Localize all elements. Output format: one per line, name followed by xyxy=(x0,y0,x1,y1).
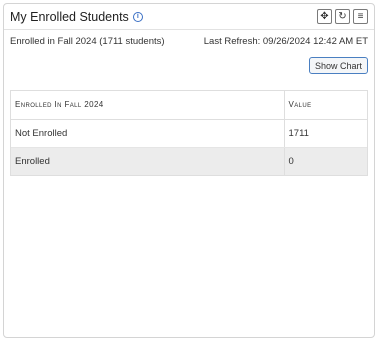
column-header-enrolled[interactable]: Enrolled In Fall 2024 xyxy=(11,91,285,120)
move-icon: ✥ xyxy=(320,11,329,22)
refresh-icon: ↻ xyxy=(338,11,347,22)
show-chart-button[interactable]: Show Chart xyxy=(308,57,368,74)
menu-button[interactable]: ≡ xyxy=(353,9,368,24)
widget-toolbar: Show Chart xyxy=(4,48,374,84)
enrolled-summary: Enrolled in Fall 2024 (1711 students) xyxy=(10,36,165,47)
row-value: 1711 xyxy=(284,119,367,148)
table-header-row: Enrolled In Fall 2024 Value xyxy=(11,91,367,120)
meta-row: Enrolled in Fall 2024 (1711 students) La… xyxy=(4,30,374,48)
table-row: Enrolled 0 xyxy=(11,147,367,175)
table-row: Not Enrolled 1711 xyxy=(11,119,367,148)
column-header-value[interactable]: Value xyxy=(284,91,367,120)
header-tools: ✥ ↻ ≡ xyxy=(317,9,368,24)
title-wrap: My Enrolled Students i xyxy=(10,10,143,24)
enrolled-students-widget: My Enrolled Students i ✥ ↻ ≡ Enrolled in… xyxy=(3,3,375,338)
widget-header: My Enrolled Students i ✥ ↻ ≡ xyxy=(4,4,374,30)
row-label: Enrolled xyxy=(11,147,285,175)
enrollment-table: Enrolled In Fall 2024 Value Not Enrolled… xyxy=(10,90,368,176)
refresh-button[interactable]: ↻ xyxy=(335,9,350,24)
move-button[interactable]: ✥ xyxy=(317,9,332,24)
row-value: 0 xyxy=(284,147,367,175)
menu-icon: ≡ xyxy=(357,11,364,22)
info-icon[interactable]: i xyxy=(132,11,143,22)
last-refresh: Last Refresh: 09/26/2024 12:42 AM ET xyxy=(203,36,368,47)
row-label: Not Enrolled xyxy=(11,119,285,148)
widget-title: My Enrolled Students xyxy=(10,9,129,24)
